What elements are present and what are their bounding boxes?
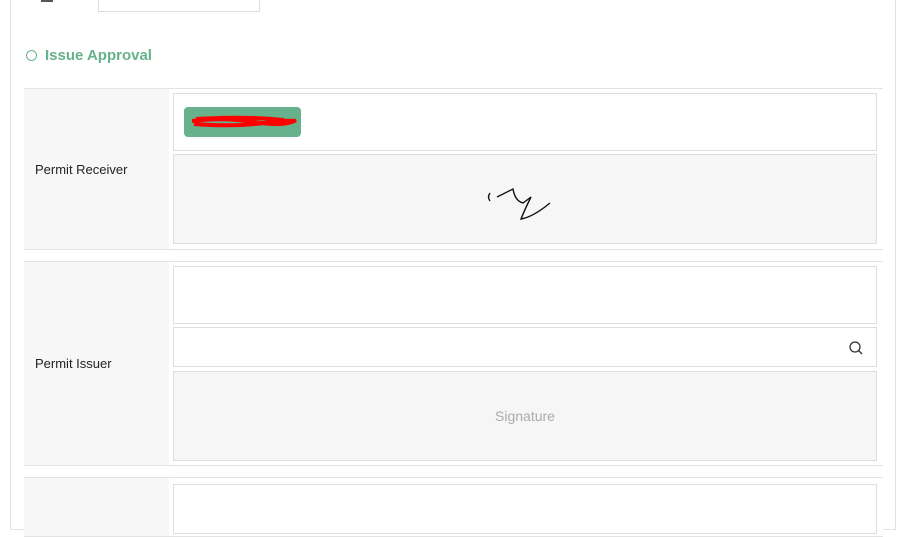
top-input[interactable] bbox=[98, 0, 260, 12]
circle-icon bbox=[26, 50, 37, 61]
signature-placeholder: Signature bbox=[495, 408, 555, 424]
next-row bbox=[24, 477, 883, 537]
receiver-signature-pad[interactable] bbox=[173, 154, 877, 244]
row-label: Permit Receiver bbox=[24, 89, 169, 249]
issuer-signature-pad[interactable]: Signature bbox=[173, 371, 877, 461]
checkbox-icon[interactable] bbox=[41, 0, 53, 2]
redacted-name-badge bbox=[184, 107, 301, 137]
search-icon[interactable] bbox=[848, 340, 864, 356]
permit-receiver-row: Permit Receiver bbox=[24, 88, 883, 250]
receiver-name-field[interactable] bbox=[173, 93, 877, 151]
permit-issuer-row: Permit Issuer Signature bbox=[24, 261, 883, 466]
signature-drawing bbox=[487, 187, 551, 220]
issuer-search-field[interactable] bbox=[173, 327, 877, 367]
row-label: Permit Issuer bbox=[24, 262, 169, 465]
section-title: Issue Approval bbox=[45, 47, 152, 64]
next-field[interactable] bbox=[173, 484, 877, 534]
issuer-name-field[interactable] bbox=[173, 266, 877, 324]
section-header: Issue Approval bbox=[26, 47, 152, 64]
row-label-empty bbox=[24, 478, 169, 536]
